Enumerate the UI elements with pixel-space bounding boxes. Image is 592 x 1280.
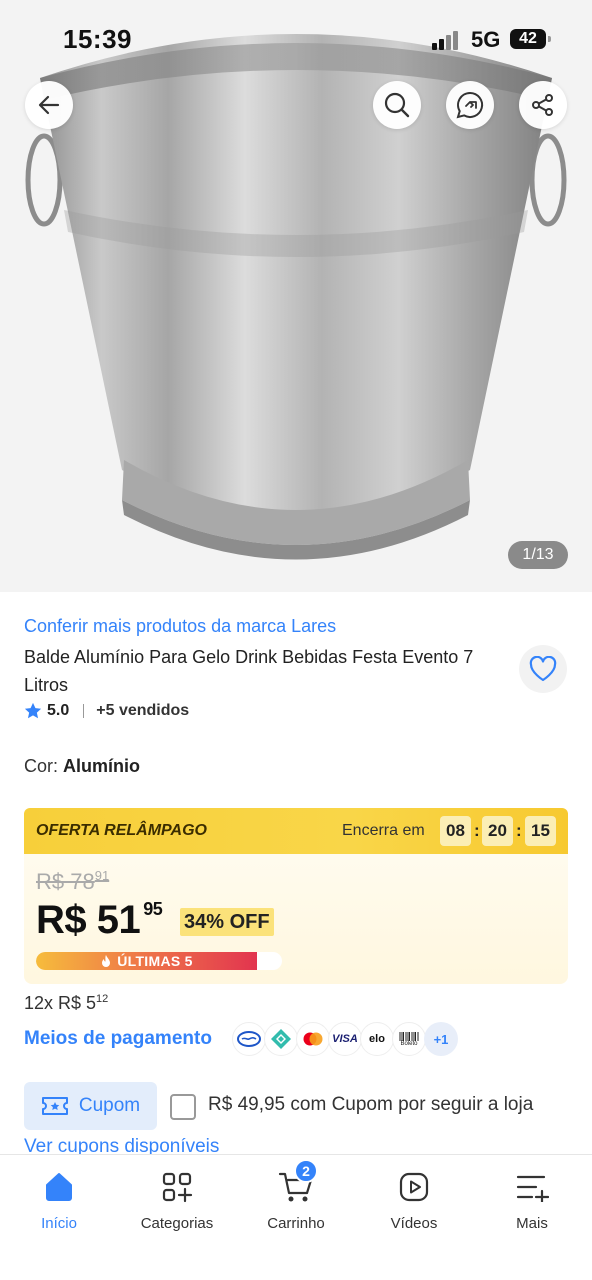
nav-label-cart: Carrinho — [267, 1215, 325, 1232]
product-image-gallery[interactable]: 15:39 5G 42 1/13 — [0, 0, 592, 592]
nav-item-videos[interactable]: Vídeos — [355, 1169, 473, 1232]
nav-label-videos: Vídeos — [390, 1215, 438, 1232]
color-value: Alumínio — [63, 756, 141, 776]
rating-score: 5.0 — [47, 702, 70, 719]
nav-label-more: Mais — [516, 1215, 548, 1232]
image-counter: 1/13 — [508, 541, 568, 569]
signal-icon — [432, 30, 464, 50]
bottom-navigation: Início Categorias 2 Carrinho Vídeos Mais — [0, 1154, 592, 1280]
rating-row[interactable]: 5.0 +5 vendidos — [24, 702, 189, 720]
flash-offer-title: OFERTA RELÂMPAGO — [36, 822, 207, 839]
categories-icon — [162, 1172, 193, 1203]
original-price-int: R$ 78 — [36, 869, 95, 894]
star-icon — [24, 702, 42, 719]
timer-hours: 08 — [440, 816, 471, 846]
timer-minutes: 20 — [482, 816, 513, 846]
coupon-button[interactable]: Cupom — [24, 1082, 157, 1130]
favorite-button[interactable] — [519, 645, 567, 693]
fire-icon — [102, 954, 111, 967]
stock-label-text: ÚLTIMAS 5 — [117, 953, 193, 969]
original-price-cents: 91 — [94, 868, 110, 883]
elo-icon: elo — [360, 1022, 394, 1056]
color-label: Cor: — [24, 756, 59, 776]
stock-label: ÚLTIMAS 5 — [36, 952, 258, 970]
installments: 12x R$ 512 — [24, 993, 108, 1014]
installments-text: 12x R$ 5 — [24, 993, 97, 1013]
mercado-pago-icon — [232, 1022, 266, 1056]
back-button[interactable] — [25, 81, 73, 129]
boleto-icon: Boleto — [392, 1022, 426, 1056]
timer-colon: : — [516, 821, 522, 840]
sold-count: +5 vendidos — [96, 702, 190, 719]
discount-badge: 34% OFF — [180, 908, 274, 936]
search-button[interactable] — [373, 81, 421, 129]
share-icon — [532, 94, 553, 116]
installments-cents: 12 — [96, 993, 109, 1005]
nav-label-home: Início — [41, 1215, 77, 1232]
current-price: R$ 51 95 — [36, 898, 163, 943]
product-page: 15:39 5G 42 1/13 Conferir mais produtos … — [0, 0, 592, 1280]
payment-methods-link[interactable]: Meios de pagamento — [24, 1028, 212, 1050]
color-variant: Cor: Alumínio — [24, 756, 140, 777]
visa-icon: VISA — [328, 1022, 362, 1056]
mastercard-icon — [296, 1022, 330, 1056]
whatsapp-share-button[interactable] — [446, 81, 494, 129]
stock-progress-bar: ÚLTIMAS 5 — [36, 952, 282, 970]
coupon-offer-text: R$ 49,95 com Cupom por seguir a loja — [208, 1094, 534, 1115]
follow-store-coupon-checkbox[interactable] — [170, 1094, 196, 1120]
timer-colon: : — [474, 821, 480, 840]
coupon-label: Cupom — [78, 1095, 141, 1116]
battery-icon: 42 — [510, 29, 551, 49]
nav-label-categories: Categorias — [140, 1215, 214, 1232]
network-label: 5G — [471, 27, 501, 52]
video-icon — [399, 1172, 429, 1202]
heart-icon — [529, 656, 557, 682]
boleto-label: Boleto — [400, 1040, 418, 1047]
status-time: 15:39 — [63, 24, 132, 54]
whatsapp-icon — [456, 91, 484, 119]
rating-separator — [83, 704, 85, 718]
share-button[interactable] — [519, 81, 567, 129]
nav-item-more[interactable]: Mais — [473, 1169, 591, 1232]
cart-count-badge: 2 — [294, 1159, 318, 1183]
timer-seconds: 15 — [525, 816, 556, 846]
battery-level: 42 — [519, 30, 537, 47]
current-price-int: R$ 51 — [36, 898, 141, 942]
payment-methods-icons[interactable]: VISA elo Boleto +1 — [232, 1022, 458, 1056]
nav-item-categories[interactable]: Categorias — [118, 1169, 236, 1232]
brand-link[interactable]: Conferir mais produtos da marca Lares — [24, 616, 336, 637]
product-title: Balde Alumínio Para Gelo Drink Bebidas F… — [24, 647, 474, 695]
offer-ends-label: Encerra em — [342, 822, 425, 839]
search-icon — [384, 92, 410, 118]
status-bar: 15:39 5G 42 — [0, 0, 592, 80]
home-icon — [46, 1173, 72, 1201]
more-payment-methods: +1 — [424, 1022, 458, 1056]
arrow-left-icon — [38, 95, 60, 115]
nav-item-cart[interactable]: 2 Carrinho — [237, 1159, 355, 1232]
original-price: R$ 7891 — [36, 868, 109, 895]
coupon-icon — [41, 1097, 68, 1115]
price-box: R$ 7891 R$ 51 95 34% OFF ÚLTIMAS 5 — [24, 854, 568, 984]
flash-offer-header: OFERTA RELÂMPAGO Encerra em 08 : 20 : 15 — [24, 808, 568, 854]
more-icon — [516, 1175, 549, 1202]
product-photo — [25, 34, 567, 560]
nav-item-home[interactable]: Início — [0, 1169, 118, 1232]
current-price-cents: 95 — [143, 899, 163, 919]
pix-icon — [264, 1022, 298, 1056]
